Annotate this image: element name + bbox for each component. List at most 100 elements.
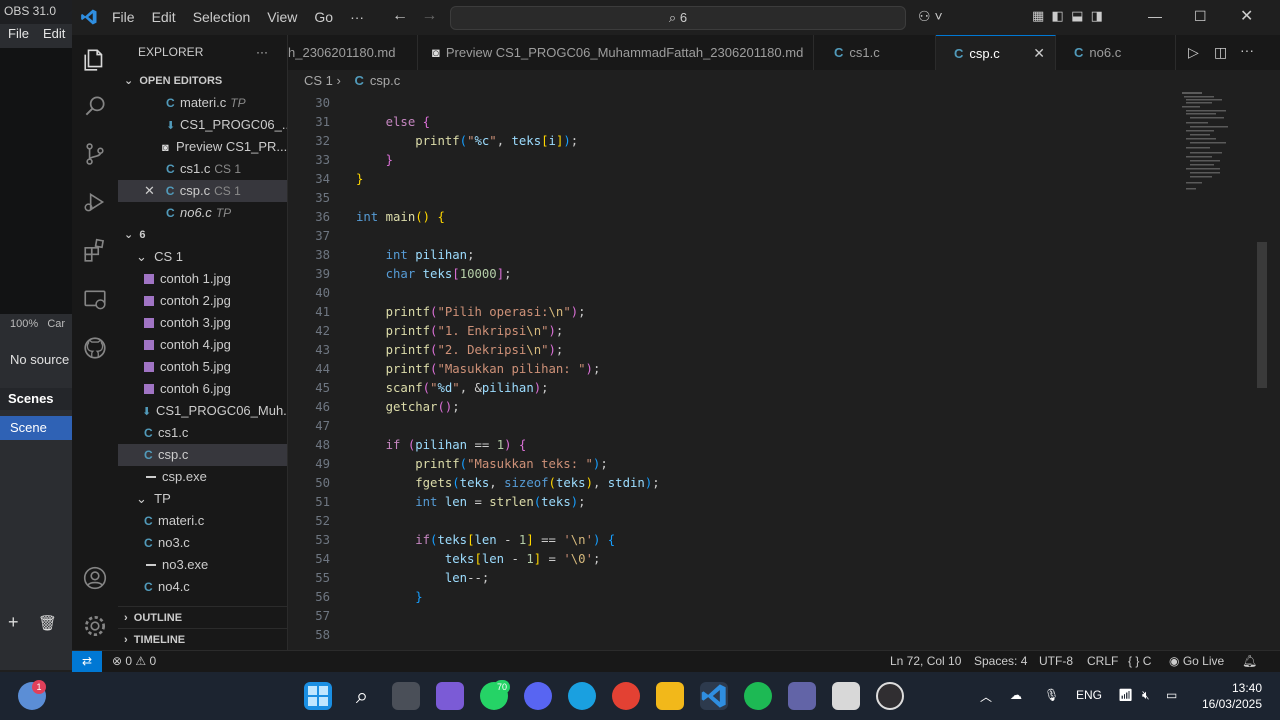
file-item[interactable]: contoh 4.jpg (118, 334, 287, 356)
breadcrumb-file[interactable]: csp.c (370, 73, 400, 88)
file-item[interactable]: contoh 2.jpg (118, 290, 287, 312)
customize-layout-icon[interactable]: ▦ (1032, 8, 1044, 23)
vscode-taskbar-icon[interactable] (700, 682, 728, 710)
obs-menu-edit[interactable]: Edit (43, 26, 65, 41)
start-windows-icon[interactable] (304, 682, 332, 710)
search-view-icon[interactable] (82, 93, 108, 119)
language-mode[interactable]: { } C (1128, 654, 1151, 668)
indentation[interactable]: Spaces: 4 (974, 654, 1027, 668)
spotify-icon[interactable] (744, 682, 772, 710)
cursor-position[interactable]: Ln 72, Col 10 (890, 654, 961, 668)
run-file-icon[interactable]: ▷ (1188, 44, 1199, 61)
copilot-icon[interactable]: ⚇ ˅ (918, 8, 943, 25)
file-item[interactable]: contoh 6.jpg (118, 378, 287, 400)
tab-csp-active[interactable]: Ccsp.c ✕ (936, 35, 1056, 70)
toggle-panel-icon[interactable]: ⬓ (1071, 8, 1083, 23)
clock[interactable]: 13:40 16/03/2025 (1200, 680, 1262, 712)
file-item[interactable]: ⬇ CS1_PROGC06_Muh... (118, 400, 287, 422)
obs-menu-file[interactable]: File (8, 26, 29, 41)
explorer-icon[interactable] (82, 47, 108, 73)
teams-icon[interactable] (788, 682, 816, 710)
file-item[interactable]: Cno3.c (118, 532, 287, 554)
wifi-icon[interactable]: 📶︎ (1118, 688, 1133, 702)
source-control-icon[interactable] (82, 141, 108, 167)
close-icon[interactable]: ✕ (144, 183, 155, 198)
menu-more[interactable]: ··· (350, 9, 364, 25)
file-item[interactable]: contoh 5.jpg (118, 356, 287, 378)
outline-header[interactable]: › OUTLINE (118, 606, 287, 628)
file-item[interactable]: no3.exe (118, 554, 287, 576)
menu-view[interactable]: View (267, 9, 297, 25)
command-center-search[interactable]: ⌕ 6 (450, 6, 906, 30)
copilot-app-icon[interactable] (436, 682, 464, 710)
search-icon[interactable]: ⌕ (348, 682, 376, 710)
more-actions-icon[interactable]: ··· (1240, 42, 1254, 58)
trash-icon[interactable]: 🗑 (38, 614, 57, 632)
volume-muted-icon[interactable]: 🔇︎ (1142, 688, 1150, 703)
tab-cs1[interactable]: Ccs1.c (814, 35, 936, 70)
close-window-icon[interactable]: ✕ (1240, 6, 1253, 26)
go-live-button[interactable]: ◉ Go Live (1169, 654, 1224, 668)
minimap[interactable] (1182, 92, 1242, 202)
run-debug-icon[interactable] (82, 189, 108, 215)
folder-cs1[interactable]: ⌄ CS 1 (118, 246, 287, 268)
obs-studio-icon[interactable] (876, 682, 904, 710)
toggle-secondary-sidebar-icon[interactable]: ◨ (1091, 8, 1103, 23)
file-explorer-icon[interactable] (656, 682, 684, 710)
file-item[interactable]: Cno4.c (118, 576, 287, 598)
tab-preview[interactable]: ◙ Preview CS1_PROGC06_MuhammadFattah_2306… (418, 35, 814, 70)
file-item[interactable]: Ccs1.c (118, 422, 287, 444)
open-editor-item[interactable]: Cmateri.c TP (118, 92, 287, 114)
back-arrow-icon[interactable]: ← (392, 7, 408, 24)
language-indicator[interactable]: ENG (1076, 688, 1102, 702)
maximize-icon[interactable]: ☐ (1194, 8, 1207, 25)
minimize-icon[interactable]: — (1148, 8, 1162, 24)
accounts-icon[interactable] (82, 565, 108, 591)
menu-selection[interactable]: Selection (193, 9, 251, 25)
open-editors-header[interactable]: ⌄ OPEN EDITORS (118, 70, 287, 92)
open-editor-item[interactable]: ⬇ CS1_PROGC06_... (118, 114, 287, 136)
open-editor-item-active[interactable]: ✕ Ccsp.c CS 1 (118, 180, 287, 202)
settings-gear-icon[interactable] (82, 613, 108, 639)
toggle-sidebar-icon[interactable]: ◧ (1052, 8, 1064, 23)
tab-md-file[interactable]: h_2306201180.md (288, 35, 418, 70)
tray-chevron-icon[interactable]: ︿ (980, 688, 992, 705)
line-ending[interactable]: CRLF (1087, 654, 1118, 668)
forward-arrow-icon[interactable]: → (421, 7, 437, 24)
open-editor-item[interactable]: Cno6.c TP (118, 202, 287, 224)
open-editor-item[interactable]: Ccs1.c CS 1 (118, 158, 287, 180)
encoding[interactable]: UTF-8 (1039, 654, 1073, 668)
close-tab-icon[interactable]: ✕ (1033, 36, 1045, 71)
problems-indicator[interactable]: ⊗ 0 ⚠ 0 (112, 654, 156, 668)
menu-file[interactable]: File (112, 9, 135, 25)
notifications-bell-icon[interactable]: 🔔︎ (1242, 654, 1257, 668)
code-editor[interactable]: 30 31 else { 32 printf("%c", teks[i]); 3… (288, 92, 1280, 650)
tab-no6[interactable]: Cno6.c (1056, 35, 1176, 70)
discord-icon[interactable] (524, 682, 552, 710)
microphone-icon[interactable]: 🎙︎ (1044, 688, 1059, 702)
edge-browser-icon[interactable] (568, 682, 596, 710)
extensions-icon[interactable] (82, 237, 108, 263)
file-item[interactable]: Cmateri.c (118, 510, 287, 532)
tray-app-icon[interactable]: ☁ (1010, 688, 1022, 702)
file-item[interactable]: contoh 3.jpg (118, 312, 287, 334)
more-actions-icon[interactable]: ··· (256, 41, 268, 63)
vertical-scrollbar[interactable] (1257, 242, 1267, 388)
remote-explorer-icon[interactable] (82, 287, 108, 313)
menu-go[interactable]: Go (314, 9, 333, 25)
battery-icon[interactable]: ▭ (1166, 688, 1177, 702)
snipping-tool-icon[interactable] (832, 682, 860, 710)
chrome-browser-icon[interactable] (612, 682, 640, 710)
timeline-header[interactable]: › TIMELINE (118, 628, 287, 650)
open-editor-item[interactable]: ◙ Preview CS1_PR... (118, 136, 287, 158)
remote-indicator-icon[interactable]: ⇄ (72, 651, 102, 673)
breadcrumb-folder[interactable]: CS 1 (304, 73, 333, 88)
obs-scene-item[interactable]: Scene (0, 416, 72, 440)
menu-edit[interactable]: Edit (152, 9, 176, 25)
folder-root[interactable]: ⌄ 6 (118, 224, 287, 246)
split-editor-icon[interactable]: ◫ (1214, 44, 1227, 61)
github-icon[interactable] (82, 335, 108, 361)
plus-icon[interactable]: + (8, 612, 19, 633)
file-item[interactable]: contoh 1.jpg (118, 268, 287, 290)
file-item[interactable]: csp.exe (118, 466, 287, 488)
